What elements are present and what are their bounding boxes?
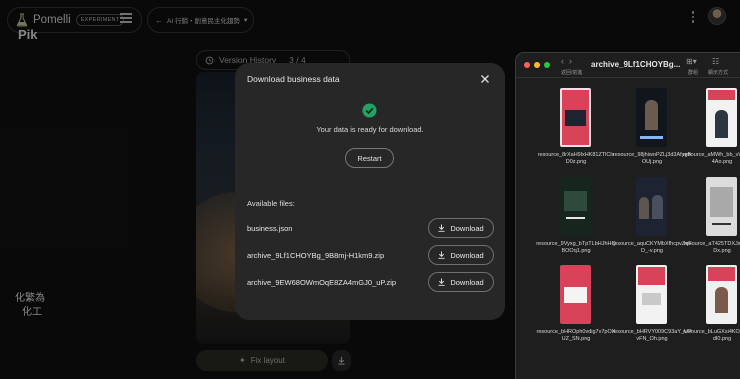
view-label: 顯示方式: [708, 70, 729, 76]
file-name: resource_bHRVY009C93aY_UPvFN_Oh.png: [612, 329, 692, 342]
file-thumbnail: [706, 88, 737, 147]
file-name: resource_98jhiwoPZLj3d3AfygBOUj.png: [612, 152, 692, 165]
file-name: archive_9Lf1CHOYBg_9B8mj-H1km9.zip: [247, 251, 385, 260]
restart-button[interactable]: Restart: [345, 148, 394, 168]
file-thumbnail: [706, 177, 737, 236]
zoom-window-button[interactable]: [544, 62, 550, 68]
download-icon: [438, 224, 445, 232]
finder-window: ‹ › 返回/前進 archive_9Lf1CHOYBg... ⊞▾ 群组 ☷ …: [515, 52, 740, 379]
download-button[interactable]: Download: [428, 272, 494, 292]
file-thumbnail: [560, 177, 591, 236]
file-thumbnail: [706, 265, 737, 324]
download-label: Download: [450, 223, 484, 233]
download-icon: [438, 278, 445, 286]
file-name: resource_9Vyxg_bTpTLbHJhHQBOOq1.png: [536, 241, 616, 254]
group-label: 群组: [688, 70, 699, 76]
file-name: resource_aquCKYMbXfhcpvZqFD_-v.png: [612, 241, 692, 254]
dialog-title: Download business data: [247, 74, 340, 84]
file-name: archive_9EW68OWmOqE8ZA4mGJ0_uP.zip: [247, 278, 397, 287]
file-name: resource_8rXaH9lxHK81ZTlClxD0z.png: [537, 152, 615, 165]
download-icon: [438, 251, 445, 259]
download-label: Download: [450, 277, 484, 287]
file-name: resource_aMWh_bb_vW99...yw4Ao.png: [683, 152, 740, 165]
download-button[interactable]: Download: [428, 218, 494, 238]
finder-title: archive_9Lf1CHOYBg...: [591, 60, 681, 69]
file-row: business.json Download: [247, 218, 495, 238]
file-row: archive_9EW68OWmOqE8ZA4mGJ0_uP.zip Downl…: [247, 272, 495, 292]
group-icon[interactable]: ⊞▾: [686, 57, 697, 66]
file-thumbnail: [636, 88, 667, 147]
file-thumbnail: [560, 88, 591, 147]
toolbar-divider: [516, 77, 740, 78]
close-window-button[interactable]: [524, 62, 530, 68]
minimize-window-button[interactable]: [534, 62, 540, 68]
file-name: business.json: [247, 224, 293, 233]
ready-message: Your data is ready for download.: [316, 125, 424, 134]
nav-label: 返回/前進: [561, 70, 583, 76]
file-name: resource_bLuGXsi4KOInYeGkhdI0.png: [683, 329, 740, 342]
available-files-label: Available files:: [247, 199, 295, 208]
file-thumbnail: [636, 177, 667, 236]
file-name: resource_aT425TDXJsh24YRkDx.png: [683, 241, 740, 254]
check-circle-icon: [362, 103, 377, 118]
view-icon[interactable]: ☷: [712, 57, 719, 66]
file-row: archive_9Lf1CHOYBg_9B8mj-H1km9.zip Downl…: [247, 245, 495, 265]
file-thumbnail: [560, 265, 591, 324]
file-name: resource_bHROph0vdig7v7pOXUZ_SN.png: [536, 329, 616, 342]
download-label: Download: [450, 250, 484, 260]
file-thumbnail: [636, 265, 667, 324]
download-business-data-dialog: Download business data Your data is read…: [235, 63, 505, 320]
close-icon[interactable]: [480, 74, 490, 84]
download-button[interactable]: Download: [428, 245, 494, 265]
back-forward-icon[interactable]: ‹ ›: [561, 56, 572, 66]
